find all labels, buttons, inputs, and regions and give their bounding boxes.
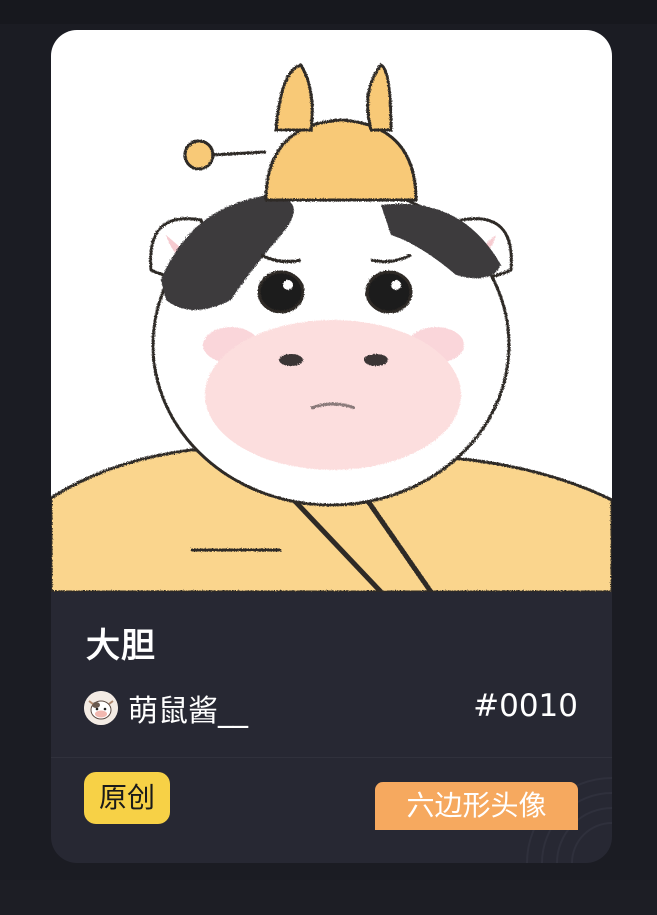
creator-name[interactable]: 萌鼠酱__: [128, 686, 248, 730]
serial-number: #0010: [473, 688, 578, 724]
original-badge: 原创: [84, 772, 171, 824]
nft-card[interactable]: 大胆 萌鼠酱__ #0010 原创 六边形头像: [51, 30, 612, 863]
top-bar: [0, 0, 657, 24]
next-item-edge: [0, 880, 657, 915]
cow-illustration[interactable]: [51, 30, 612, 592]
type-badge: 六边形头像: [375, 782, 578, 830]
cow-avatar-icon[interactable]: [84, 691, 118, 725]
card-title: 大胆: [86, 626, 156, 666]
creator-info[interactable]: 萌鼠酱__: [84, 686, 248, 730]
